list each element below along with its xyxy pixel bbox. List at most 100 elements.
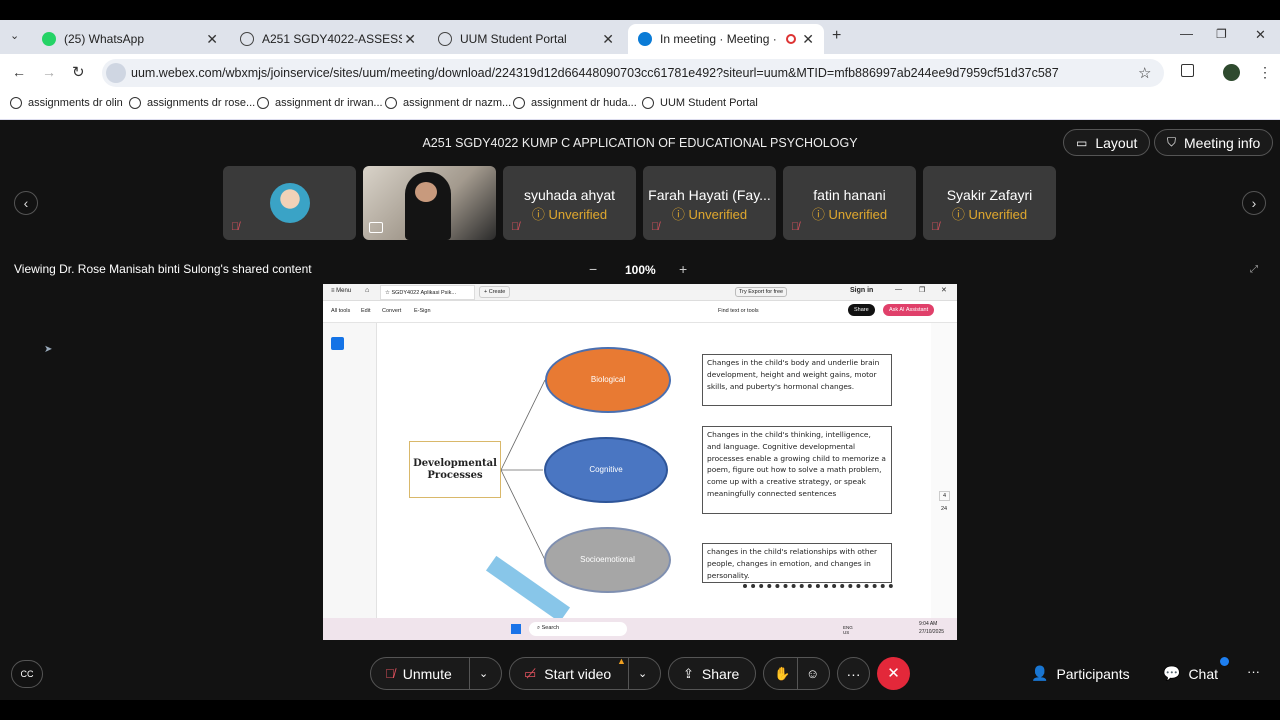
status-text: Unverified [548,207,608,222]
forward-icon[interactable]: → [42,64,56,80]
unmute-button[interactable]: 🎙̸ Unmute ⌄ [370,657,502,690]
globe-icon [240,32,254,46]
chat-label: Chat [1188,665,1219,682]
url-text[interactable]: uum.webex.com/wbxmjs/joinservice/sites/u… [131,66,1059,80]
next-participants-icon[interactable]: › [1242,191,1266,215]
muted-mic-icon: 🎙̸ [651,221,660,233]
participant-status: ⓘ Unverified [671,207,748,222]
participant-tile[interactable]: syuhada ahyat ⓘ Unverified 🎙̸ [503,166,636,240]
back-icon[interactable]: ← [12,64,26,80]
bookmark-label: assignment dr irwan... [275,97,383,109]
participants-label: Participants [1056,665,1130,682]
status-text: Unverified [688,207,748,222]
center-node: Developmental Processes [409,441,501,498]
taskbar-date: 27/10/2025 [919,629,945,635]
bookmark-item[interactable]: assignments dr rose... [129,97,255,109]
warning-icon: ▲ [617,656,626,666]
close-icon[interactable]: ✕ [802,31,814,48]
globe-icon [385,97,397,109]
bookmark-item[interactable]: assignment dr nazm... [385,97,511,109]
share-button[interactable]: ⇪ Share [668,657,756,690]
chevron-down-icon[interactable]: ⌄ [479,667,488,680]
reactions-group: ✋ ☺ [763,657,830,690]
browser-tab-strip: ⌄ (25) WhatsApp ✕ A251 SGDY4022-ASSESSME… [0,20,1280,54]
windows-start-icon[interactable] [511,624,521,634]
chevron-down-icon[interactable]: ⌄ [638,667,647,680]
status-text: Unverified [828,207,888,222]
zoom-in-button[interactable]: + [679,261,687,277]
bookmark-item[interactable]: assignments dr olin [10,97,123,109]
unmute-label: Unmute [402,665,452,682]
globe-icon [513,97,525,109]
zoom-level: 100% [625,263,656,277]
bookmark-item[interactable]: UUM Student Portal [642,97,758,109]
tab-label: UUM Student Portal [460,32,567,46]
start-video-button[interactable]: ▭̸ Start video ▲ ⌄ [509,656,661,690]
meeting-info-button[interactable]: ⛉ Meeting info [1154,129,1274,156]
leave-meeting-button[interactable]: ✕ [877,657,910,690]
muted-mic-icon: 🎙̸ [385,666,395,681]
tab-webex-meeting[interactable]: In meeting · Meeting · Webex ✕ [628,24,824,54]
new-tab-icon[interactable]: + [832,27,841,45]
share-icon: ⇪ [683,665,694,681]
muted-mic-icon: 🎙̸ [231,221,240,233]
bookmark-label: assignment dr huda... [531,97,637,109]
expand-icon[interactable]: ⤢ [1250,264,1258,275]
description-box-cognitive: Changes in the child's thinking, intelli… [702,426,892,514]
captions-button[interactable]: CC [11,660,43,688]
chat-button[interactable]: 💬 Chat [1163,665,1218,682]
tab-assessment[interactable]: A251 SGDY4022-ASSESSMENT... ✕ [230,24,426,54]
taskbar-time: 9:04 AM [919,621,938,627]
bookmark-label: assignment dr nazm... [403,97,512,109]
chat-icon: 💬 [1163,665,1181,681]
webex-icon [638,32,652,46]
tab-uum-portal[interactable]: UUM Student Portal ✕ [428,24,624,54]
minimize-icon[interactable]: — [1180,26,1193,41]
recording-icon [786,34,796,44]
video-face [415,182,437,202]
bookmark-star-icon[interactable]: ☆ [1138,64,1151,82]
globe-icon [10,97,22,109]
raise-hand-icon[interactable]: ✋ [774,666,790,682]
more-options-button[interactable]: ··· [837,657,870,690]
participant-tile[interactable]: Syakir Zafayri ⓘ Unverified 🎙̸ [923,166,1056,240]
participants-button[interactable]: 👤 Participants [1031,665,1130,682]
muted-mic-icon: 🎙̸ [511,221,520,233]
participant-tile[interactable]: Farah Hayati (Fay... ⓘ Unverified 🎙̸ [643,166,776,240]
tab-label: (25) WhatsApp [64,32,145,46]
participant-tile[interactable]: fatin hanani ⓘ Unverified 🎙̸ [783,166,916,240]
globe-icon [642,97,654,109]
taskbar-search[interactable]: ⌕ Search [529,622,627,636]
start-video-label: Start video [544,665,612,682]
reactions-icon[interactable]: ☺ [806,666,819,681]
kebab-menu-icon[interactable]: ⋮ [1258,64,1272,81]
node-socioemotional: Socioemotional [544,527,671,593]
close-icon[interactable]: ✕ [404,31,416,48]
participant-video-tile[interactable] [363,166,496,240]
layout-icon: ▭ [1076,135,1088,150]
tab-whatsapp[interactable]: (25) WhatsApp ✕ [32,24,228,54]
more-menu-icon[interactable]: ··· [1247,664,1260,679]
extensions-icon[interactable] [1181,64,1194,77]
window-close-icon[interactable]: ✕ [1255,27,1266,43]
close-icon[interactable]: ✕ [206,31,218,48]
reload-icon[interactable]: ↻ [72,63,85,81]
viewing-shared-content-label: Viewing Dr. Rose Manisah binti Sulong's … [14,262,312,276]
shield-icon: ⛉ [1167,135,1177,149]
prev-participants-icon[interactable]: ‹ [14,191,38,215]
profile-avatar[interactable] [1223,64,1240,81]
bookmark-item[interactable]: assignment dr irwan... [257,97,383,109]
close-icon[interactable]: ✕ [602,31,614,48]
site-info-icon[interactable] [106,63,126,83]
shared-screen: ≡ Menu ⌂ ☆ SGDY4022 Aplikasi Psik... + C… [323,284,957,640]
restore-icon[interactable]: ❐ [1216,27,1227,41]
participant-tile[interactable]: 🎙̸ [223,166,356,240]
bookmark-item[interactable]: assignment dr huda... [513,97,637,109]
description-box-socioemotional: changes in the child's relationships wit… [702,543,892,583]
zoom-out-button[interactable]: − [589,261,597,277]
tab-search-icon[interactable]: ⌄ [10,29,19,42]
participant-status: ⓘ Unverified [531,207,608,222]
language-indicator[interactable]: ENG US [843,625,859,635]
bookmark-label: assignments dr olin [28,97,123,109]
layout-button[interactable]: ▭ Layout [1063,129,1151,156]
